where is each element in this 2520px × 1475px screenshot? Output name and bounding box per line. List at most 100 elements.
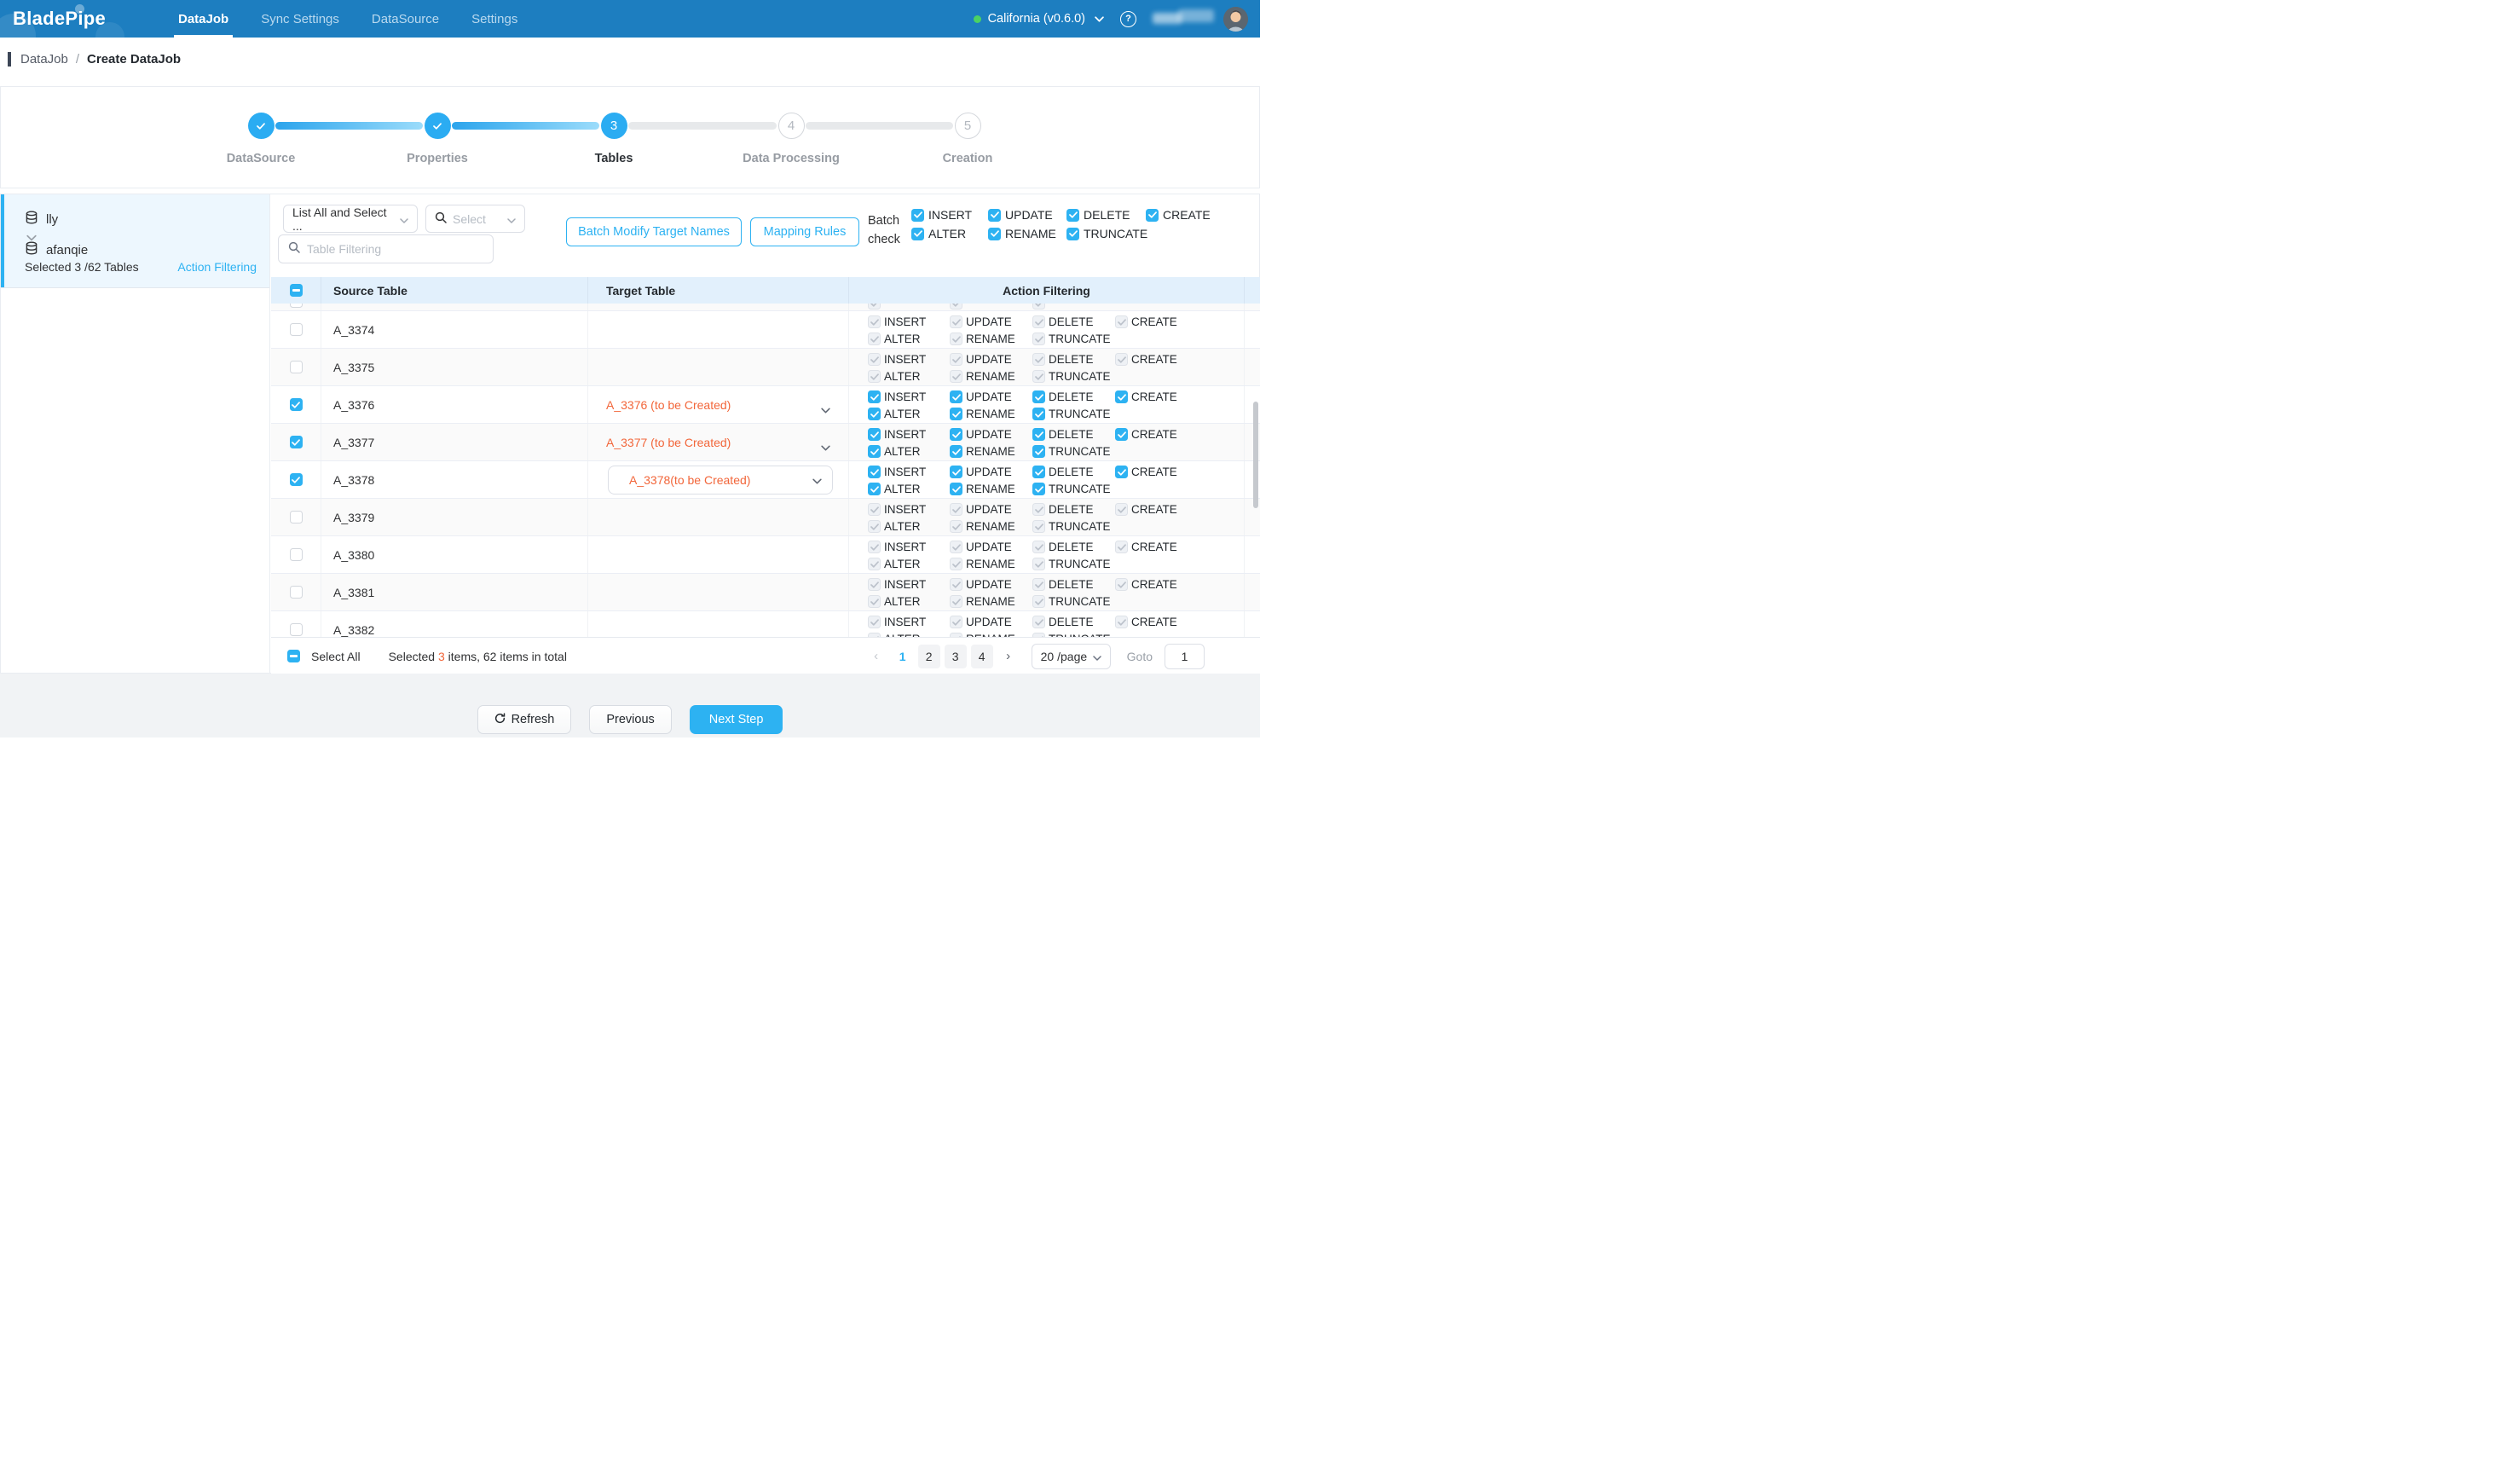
action-label: ALTER	[884, 333, 921, 345]
action-checkbox-truncate[interactable]	[1032, 408, 1045, 420]
batch-check-checkbox-update[interactable]	[988, 209, 1001, 222]
table-filter-input[interactable]	[307, 242, 483, 256]
action-checkbox-create[interactable]	[1115, 428, 1128, 441]
list-mode-select[interactable]: List All and Select ...	[283, 205, 418, 233]
batch-check-checkbox-rename[interactable]	[988, 228, 1001, 240]
next-step-button[interactable]: Next Step	[690, 705, 783, 734]
select-all-checkbox[interactable]	[290, 284, 303, 297]
action-checkbox-rename[interactable]	[950, 408, 962, 420]
row-checkbox[interactable]	[290, 361, 303, 373]
action-label: TRUNCATE	[1049, 333, 1111, 345]
page-button-4[interactable]: 4	[971, 645, 993, 668]
action-item-alter: ALTER	[868, 368, 950, 385]
vertical-scrollbar[interactable]	[1253, 402, 1258, 508]
row-checkbox[interactable]	[290, 323, 303, 336]
page-button-3[interactable]: 3	[945, 645, 967, 668]
main-card: lly afanqie Selected 3 /62 Tables Action…	[0, 194, 1260, 674]
avatar[interactable]	[1223, 7, 1248, 32]
select-all-checkbox[interactable]	[287, 650, 300, 662]
action-checkbox-delete[interactable]	[1032, 466, 1045, 478]
nav-item-datajob[interactable]: DataJob	[162, 0, 245, 38]
batch-check-checkbox-insert[interactable]	[911, 209, 924, 222]
page-size-select[interactable]: 20 /page	[1032, 644, 1111, 669]
action-checkbox-insert[interactable]	[868, 466, 881, 478]
action-checkbox-truncate[interactable]	[1032, 445, 1045, 458]
page-button-1[interactable]: 1	[892, 645, 914, 668]
action-checkbox-rename[interactable]	[950, 483, 962, 495]
nav-item-sync-settings[interactable]: Sync Settings	[245, 0, 355, 38]
chevron-down-icon[interactable]	[821, 440, 830, 454]
action-checkbox-insert[interactable]	[868, 390, 881, 403]
source-db-name: lly	[46, 212, 58, 227]
action-checkbox-delete[interactable]	[1032, 390, 1045, 403]
step-circle-datasource	[248, 113, 275, 139]
batch-check-checkbox-delete[interactable]	[1066, 209, 1079, 222]
action-checkbox-update[interactable]	[950, 428, 962, 441]
table-row: A_3376A_3376 (to be Created)INSERTUPDATE…	[271, 386, 1260, 424]
row-checkbox[interactable]	[290, 586, 303, 599]
breadcrumb-current: Create DataJob	[87, 52, 181, 67]
action-checkbox-update[interactable]	[950, 390, 962, 403]
action-checkbox-insert	[868, 616, 881, 628]
refresh-button[interactable]: Refresh	[477, 705, 572, 734]
breadcrumb-parent[interactable]: DataJob	[20, 52, 68, 67]
action-item-update: UPDATE	[950, 314, 1032, 330]
chevron-down-icon[interactable]	[1095, 11, 1104, 26]
action-checkbox-alter	[868, 333, 881, 345]
action-checkbox-alter[interactable]	[868, 408, 881, 420]
step-connector	[452, 122, 599, 130]
chevron-down-icon[interactable]	[821, 402, 830, 416]
page-button-2[interactable]: 2	[918, 645, 940, 668]
action-checkbox-truncate[interactable]	[1032, 483, 1045, 495]
batch-modify-target-names-button[interactable]: Batch Modify Target Names	[566, 217, 742, 246]
action-checkbox-insert[interactable]	[868, 428, 881, 441]
row-checkbox[interactable]	[290, 473, 303, 486]
mapping-rules-button[interactable]: Mapping Rules	[750, 217, 859, 246]
batch-check-checkbox-truncate[interactable]	[1066, 228, 1079, 240]
row-checkbox[interactable]	[290, 623, 303, 636]
action-checkbox-rename[interactable]	[950, 445, 962, 458]
step-connector	[806, 122, 953, 130]
page-size-value: 20 /page	[1041, 650, 1088, 663]
source-table-name: A_3375	[321, 349, 588, 385]
action-checkbox-alter[interactable]	[868, 445, 881, 458]
step-label: Creation	[891, 152, 1044, 165]
action-label: ALTER	[884, 445, 921, 458]
region-selector[interactable]: California (v0.6.0)	[988, 12, 1085, 26]
batch-check-checkbox-alter[interactable]	[911, 228, 924, 240]
nav-item-datasource[interactable]: DataSource	[355, 0, 455, 38]
help-icon[interactable]: ?	[1120, 11, 1136, 27]
row-checkbox[interactable]	[290, 398, 303, 411]
datasource-panel: lly afanqie Selected 3 /62 Tables Action…	[1, 194, 270, 673]
action-label: INSERT	[884, 616, 926, 628]
step-label: DataSource	[184, 152, 338, 165]
batch-check-label-truncate: TRUNCATE	[1084, 227, 1147, 240]
table-row: A_3375INSERTUPDATEDELETECREATEALTERRENAM…	[271, 349, 1260, 386]
action-checkbox-update[interactable]	[950, 466, 962, 478]
action-checkbox-create[interactable]	[1115, 466, 1128, 478]
row-checkbox[interactable]	[290, 548, 303, 561]
action-checkbox-delete[interactable]	[1032, 428, 1045, 441]
datasource-selected-block[interactable]: lly afanqie Selected 3 /62 Tables Action…	[1, 194, 269, 288]
action-checkbox-alter[interactable]	[868, 483, 881, 495]
action-checkbox-create[interactable]	[1115, 390, 1128, 403]
next-page-button[interactable]: ›	[997, 645, 1020, 668]
action-checkbox-create	[1115, 616, 1128, 628]
nav-item-settings[interactable]: Settings	[455, 0, 534, 38]
action-item-update: UPDATE	[950, 351, 1032, 367]
row-checkbox[interactable]	[290, 436, 303, 448]
target-table-select[interactable]: A_3378(to be Created)	[608, 466, 833, 495]
previous-button[interactable]: Previous	[589, 705, 671, 734]
row-checkbox[interactable]	[290, 511, 303, 523]
table-select-dropdown[interactable]: Select	[425, 205, 525, 233]
action-item-truncate: TRUNCATE	[1032, 368, 1115, 385]
action-label: RENAME	[966, 333, 1015, 345]
action-item-create: CREATE	[1115, 314, 1244, 330]
action-item-delete: DELETE	[1032, 426, 1115, 442]
action-checkbox-insert	[868, 578, 881, 591]
goto-page-input[interactable]	[1165, 644, 1205, 669]
action-filtering-link[interactable]: Action Filtering	[177, 260, 257, 274]
batch-check-checkbox-create[interactable]	[1146, 209, 1159, 222]
action-item-create: CREATE	[1115, 576, 1244, 593]
action-label: INSERT	[884, 315, 926, 328]
